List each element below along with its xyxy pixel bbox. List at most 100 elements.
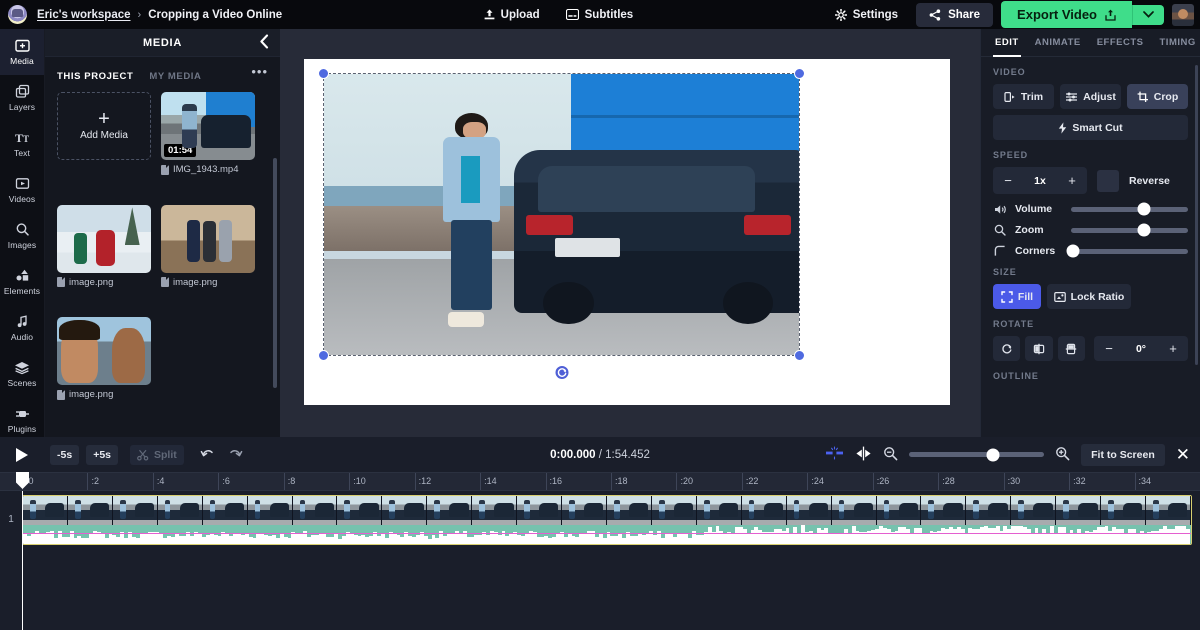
media-item-name-row: image.png [57,277,151,288]
breadcrumb-workspace[interactable]: Eric's workspace [37,9,131,21]
ruler-tick: :20 [676,473,693,490]
sidebar-item-layers[interactable]: Layers [0,75,44,121]
rotate-controls: − 0° + [993,336,1188,361]
smart-cut-button[interactable]: Smart Cut [993,115,1188,140]
ruler-tick-label: :22 [745,476,759,486]
playhead[interactable] [16,472,29,630]
timeline-ruler[interactable]: :0:2:4:6:8:10:12:14:16:18:20:22:24:26:28… [0,472,1200,491]
tab-timing[interactable]: TIMING [1152,29,1200,57]
adjust-button[interactable]: Adjust [1060,84,1121,109]
play-button[interactable] [16,447,28,462]
ruler-tick-label: :16 [549,476,563,486]
undo-icon[interactable] [200,447,215,462]
media-item[interactable]: 01:54 IMG_1943.mp4 [161,92,255,195]
sidebar-item-text[interactable]: TT Text [0,121,44,167]
upload-icon [484,9,495,19]
split-button[interactable]: Split [130,444,184,465]
zoom-in-icon[interactable] [1055,446,1070,464]
zoom-slider[interactable] [1071,223,1188,237]
crop-button[interactable]: Crop [1127,84,1188,109]
timeline-clip[interactable] [22,495,1192,545]
waveform-bars [23,525,1191,544]
filmstrip-frame [921,496,967,525]
fill-button[interactable]: Fill [993,284,1041,309]
tab-edit[interactable]: EDIT [987,29,1027,57]
rotate-increase-button[interactable]: + [1158,341,1188,356]
sidebar-item-scenes[interactable]: Scenes [0,351,44,397]
export-video-button[interactable]: Export Video [1001,1,1132,28]
media-item[interactable]: image.png [57,317,151,420]
back-5s-button[interactable]: -5s [50,444,80,465]
breadcrumb-separator: › [137,8,142,21]
sidebar-item-videos[interactable]: Videos [0,167,44,213]
sidebar-item-media[interactable]: Media [0,29,44,75]
rotate-decrease-button[interactable]: − [1094,341,1124,356]
subtitles-button[interactable]: Subtitles [565,9,633,21]
video-canvas[interactable] [304,59,950,405]
more-options-icon[interactable]: ••• [251,64,268,79]
tab-my-media[interactable]: MY MEDIA [149,71,201,82]
tab-this-project[interactable]: THIS PROJECT [57,71,133,82]
media-item[interactable]: image.png [57,204,151,308]
marker-icon[interactable] [855,446,872,464]
share-button[interactable]: Share [916,2,994,27]
timeline-tracks: 1 [0,472,1200,630]
tab-effects[interactable]: EFFECTS [1089,29,1152,57]
settings-button[interactable]: Settings [834,8,898,21]
trim-button[interactable]: Trim [993,84,1054,109]
filmstrip-frame [337,496,383,525]
media-thumbnail[interactable]: 01:54 [161,92,255,160]
media-panel-title: MEDIA [143,36,182,49]
chevron-left-icon[interactable] [259,33,270,51]
elements-icon [15,268,30,283]
corners-slider-knob[interactable] [1066,244,1080,258]
speed-increase-button[interactable]: + [1057,173,1087,188]
media-panel-scrollbar[interactable] [273,158,277,388]
media-item[interactable]: image.png [161,204,255,308]
lock-ratio-button[interactable]: Lock Ratio [1047,284,1131,309]
fit-to-screen-button[interactable]: Fit to Screen [1081,443,1165,466]
flip-vertical-icon[interactable] [1057,336,1085,361]
filmstrip-frame [247,496,293,525]
timeline-toolbar: -5s +5s Split 0:00.000 / 1:54.452 Fit to… [0,437,1200,472]
ruler-tick: :32 [1069,473,1086,490]
flip-horizontal-icon[interactable] [1025,336,1053,361]
volume-slider[interactable] [1071,202,1188,216]
timeline-zoom-slider[interactable] [909,448,1045,461]
corners-slider[interactable] [1066,244,1188,258]
top-right-actions: Settings Share Export Video [834,1,1200,28]
snap-icon[interactable] [825,446,844,463]
ruler-tick-label: :26 [876,476,890,486]
redo-icon[interactable] [228,447,243,462]
filmstrip-frame [651,496,697,525]
zoom-slider-knob[interactable] [1137,223,1151,237]
reverse-checkbox[interactable] [1097,169,1119,192]
sidebar-item-elements[interactable]: Elements [0,259,44,305]
tab-animate[interactable]: ANIMATE [1027,29,1089,57]
media-thumbnail[interactable] [57,317,151,386]
media-thumbnail[interactable] [161,204,255,273]
properties-scrollbar[interactable] [1195,65,1198,365]
video-button-row: Trim Adjust Crop [993,84,1188,109]
export-options-button[interactable] [1132,4,1164,25]
media-thumbnail[interactable] [57,204,151,273]
sidebar-item-audio[interactable]: Audio [0,305,44,351]
file-icon [57,277,65,288]
video-clip-preview[interactable] [324,74,799,355]
user-avatar[interactable] [1172,3,1194,26]
zoom-out-icon[interactable] [883,446,898,464]
speed-decrease-button[interactable]: − [993,173,1023,188]
rotate-handle[interactable] [553,364,570,381]
rotate-reset-icon[interactable] [993,336,1021,361]
upload-button[interactable]: Upload [484,9,540,21]
volume-slider-knob[interactable] [1137,202,1151,216]
crop-label: Crop [1153,90,1179,103]
filmstrip-frame [23,496,68,525]
timeline-zoom-knob[interactable] [986,448,1000,461]
forward-5s-button[interactable]: +5s [86,444,118,465]
add-media-button[interactable]: + Add Media [57,92,151,160]
filmstrip-frame [696,496,742,525]
close-icon[interactable]: ✕ [1176,446,1190,463]
sidebar-item-images[interactable]: Images [0,213,44,259]
total-time: 1:54.452 [605,448,650,461]
